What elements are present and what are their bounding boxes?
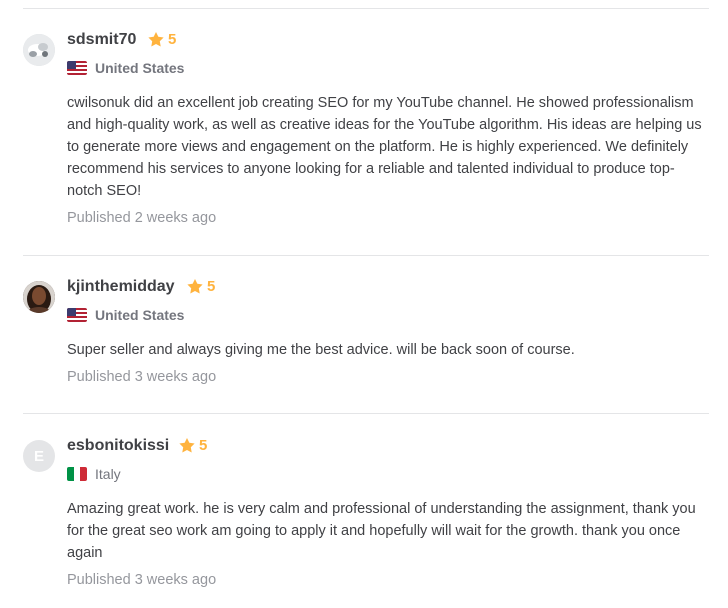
- avatar-photo: [23, 34, 55, 66]
- avatar-initial: E: [33, 447, 44, 465]
- country-name: Italy: [95, 466, 121, 482]
- reviewer-country: Italy: [67, 466, 121, 482]
- star-icon: [179, 438, 195, 453]
- review-text: Amazing great work. he is very calm and …: [67, 501, 696, 561]
- review-divider: [23, 8, 709, 9]
- reviewer-country: United States: [67, 307, 184, 323]
- star-icon: [148, 32, 164, 47]
- reviewer-username[interactable]: sdsmit70: [67, 31, 136, 49]
- review-text: Super seller and always giving me the be…: [67, 342, 575, 358]
- rating: 5: [148, 31, 176, 48]
- review-text: cwilsonuk did an excellent job creating …: [67, 95, 702, 199]
- reviewer-username[interactable]: esbonitokissi: [67, 437, 169, 455]
- avatar-photo: [23, 281, 55, 313]
- star-icon: [187, 279, 203, 294]
- reviewer-country: United States: [67, 60, 184, 76]
- us-flag-icon: [67, 308, 87, 322]
- rating-value: 5: [199, 437, 208, 454]
- avatar[interactable]: [23, 34, 55, 66]
- reviews-list: sdsmit70 5 United States cwilsonuk did a…: [0, 0, 728, 608]
- rating-value: 5: [207, 278, 216, 295]
- published-date: Published 3 weeks ago: [67, 572, 217, 588]
- review-divider: [23, 413, 709, 414]
- published-date: Published 3 weeks ago: [67, 369, 217, 385]
- reviewer-username[interactable]: kjinthemidday: [67, 278, 175, 296]
- review-divider: [23, 255, 709, 256]
- country-name: United States: [95, 60, 185, 76]
- published-date: Published 2 weeks ago: [67, 210, 217, 226]
- italy-flag-icon: [67, 467, 87, 481]
- avatar[interactable]: [23, 281, 55, 313]
- avatar[interactable]: E: [23, 440, 55, 472]
- rating-value: 5: [168, 31, 177, 48]
- us-flag-icon: [67, 61, 87, 75]
- rating: 5: [187, 278, 215, 295]
- rating: 5: [179, 437, 207, 454]
- country-name: United States: [95, 307, 185, 323]
